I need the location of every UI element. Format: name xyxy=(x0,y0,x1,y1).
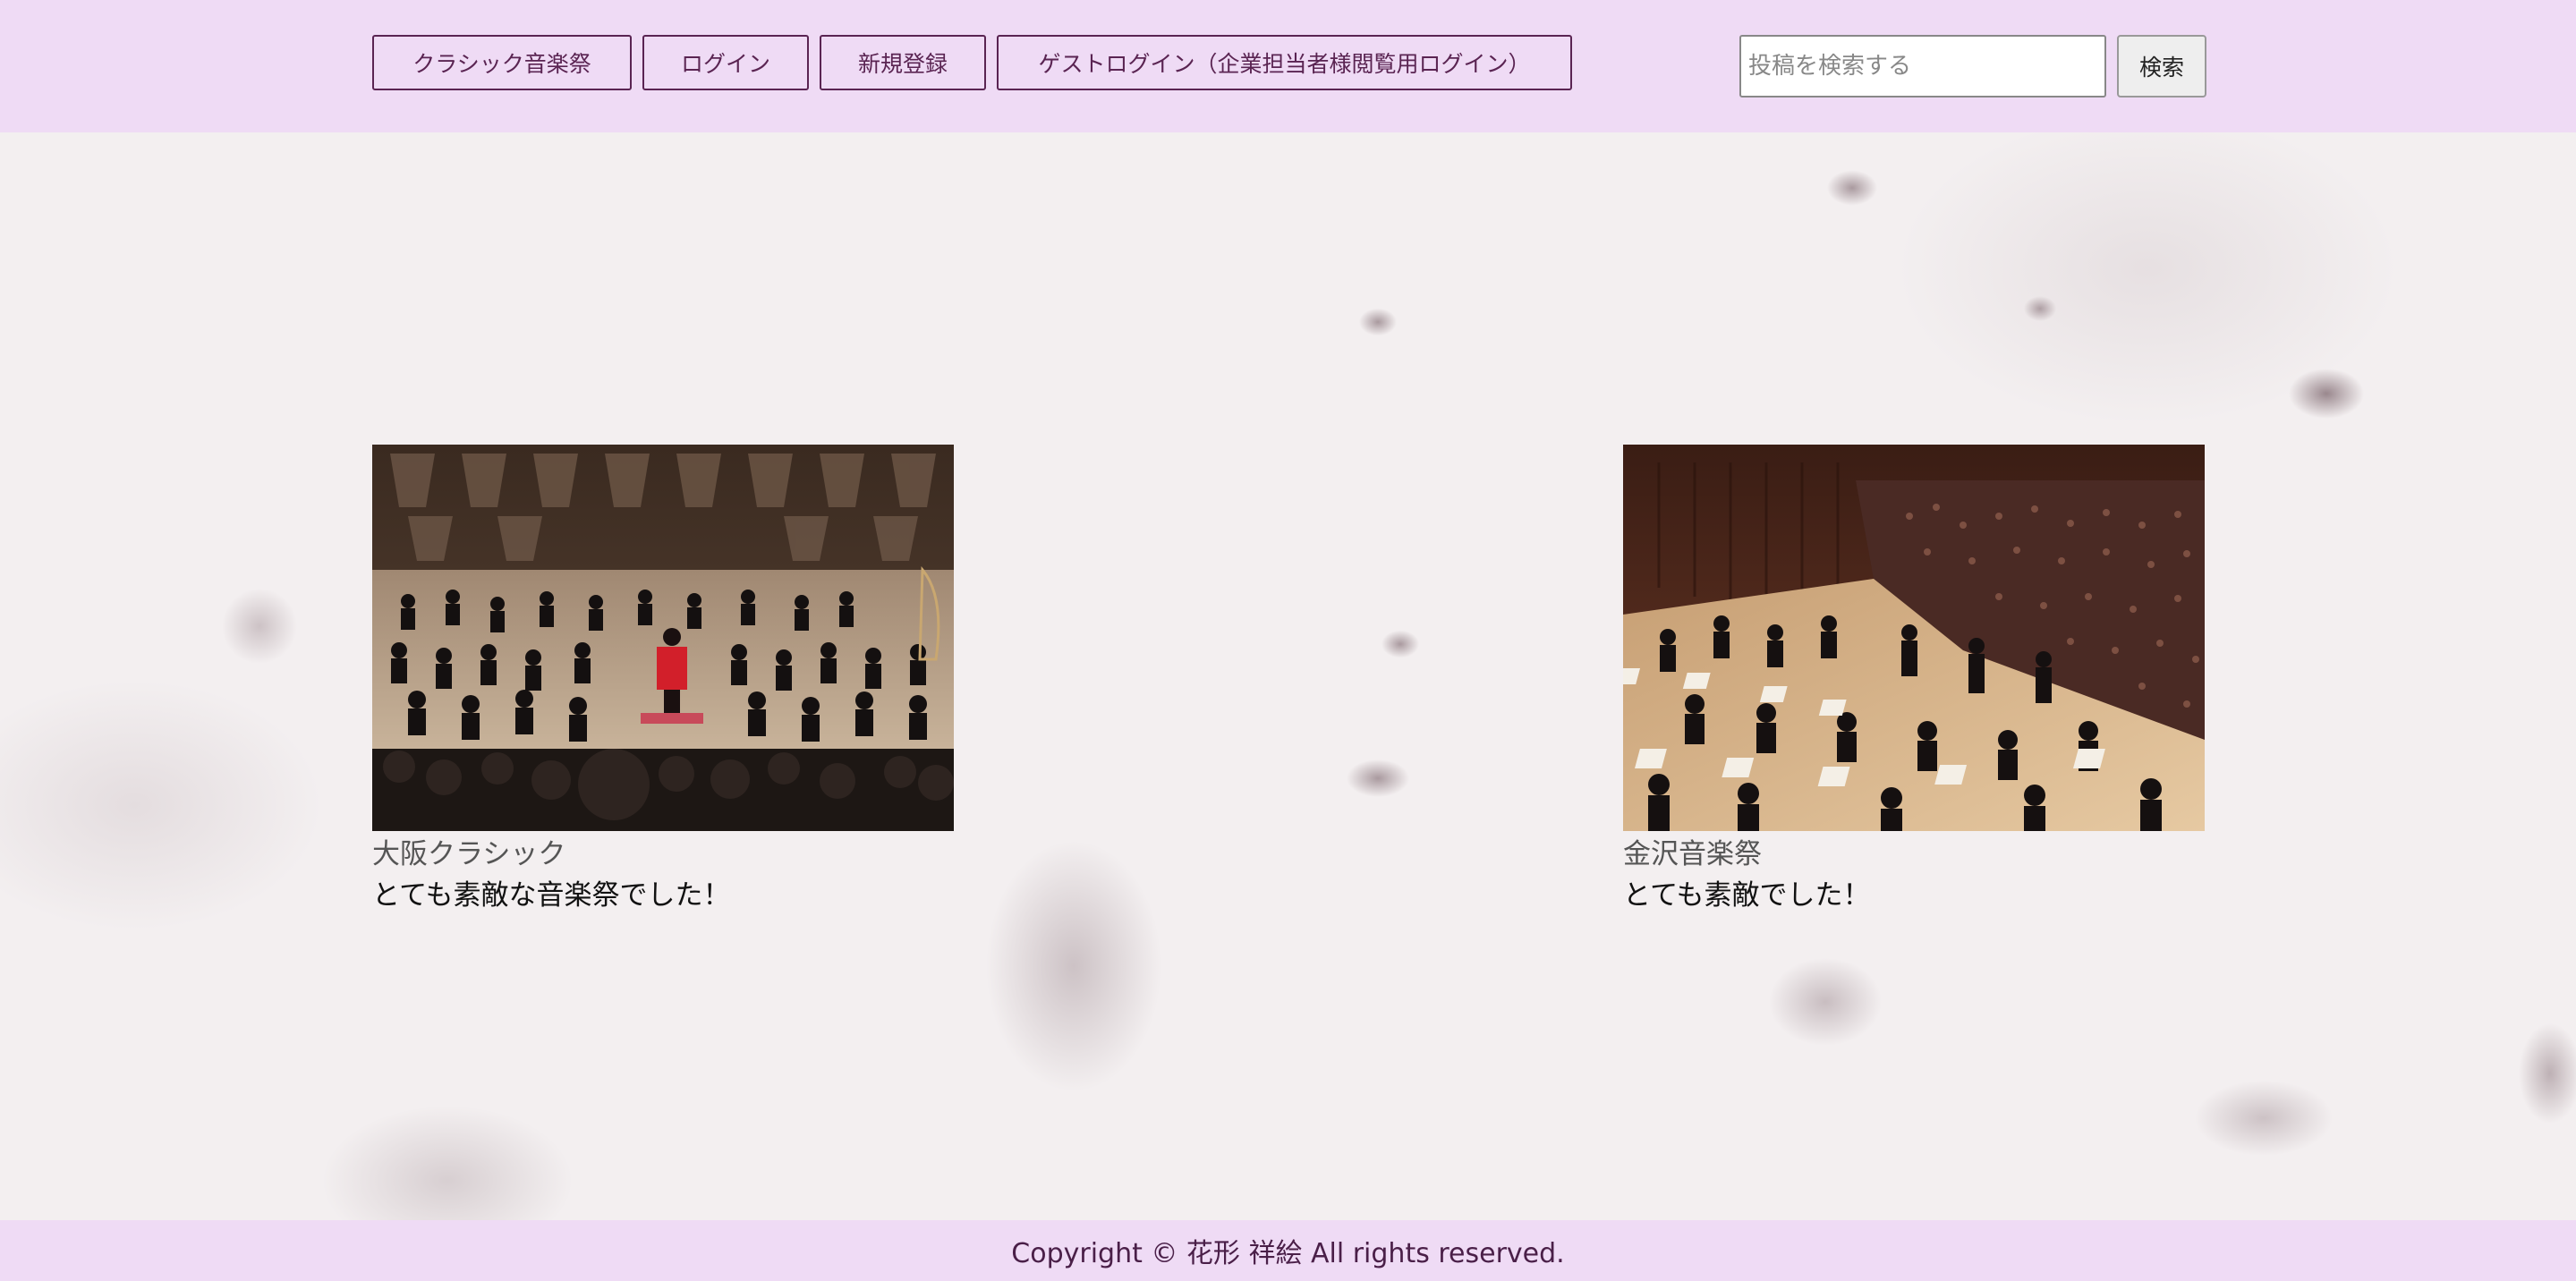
search-input[interactable] xyxy=(1739,35,2106,98)
post-title[interactable]: 大阪クラシック xyxy=(372,835,954,874)
post-body: とても素敵な音楽祭でした！ xyxy=(372,879,731,912)
header-bar: クラシック音楽祭 ログイン 新規登録 ゲストログイン（企業担当者様閲覧用ログイン… xyxy=(0,0,2576,132)
footer: Copyright © 花形 祥絵 All rights reserved. xyxy=(0,1220,2576,1281)
post-title[interactable]: 金沢音楽祭 xyxy=(1623,835,2205,874)
post-body: とても素敵でした！ xyxy=(1623,879,1871,912)
signup-button[interactable]: 新規登録 xyxy=(820,35,986,90)
post-card: 大阪クラシック とても素敵な音楽祭でした！ xyxy=(372,445,954,917)
login-button[interactable]: ログイン xyxy=(642,35,809,90)
guest-login-button[interactable]: ゲストログイン（企業担当者様閲覧用ログイン） xyxy=(997,35,1572,90)
copyright-text: Copyright © 花形 祥絵 All rights reserved. xyxy=(1011,1238,1565,1269)
orchestra-stage-photo[interactable] xyxy=(372,445,954,831)
search-form: 検索 xyxy=(1739,35,2206,98)
post-card: 金沢音楽祭 とても素敵でした！ xyxy=(1623,445,2205,917)
search-button[interactable]: 検索 xyxy=(2117,35,2206,98)
main-nav: クラシック音楽祭 ログイン 新規登録 ゲストログイン（企業担当者様閲覧用ログイン… xyxy=(372,35,1572,90)
concert-hall-photo[interactable] xyxy=(1623,445,2205,831)
classic-festival-button[interactable]: クラシック音楽祭 xyxy=(372,35,632,90)
